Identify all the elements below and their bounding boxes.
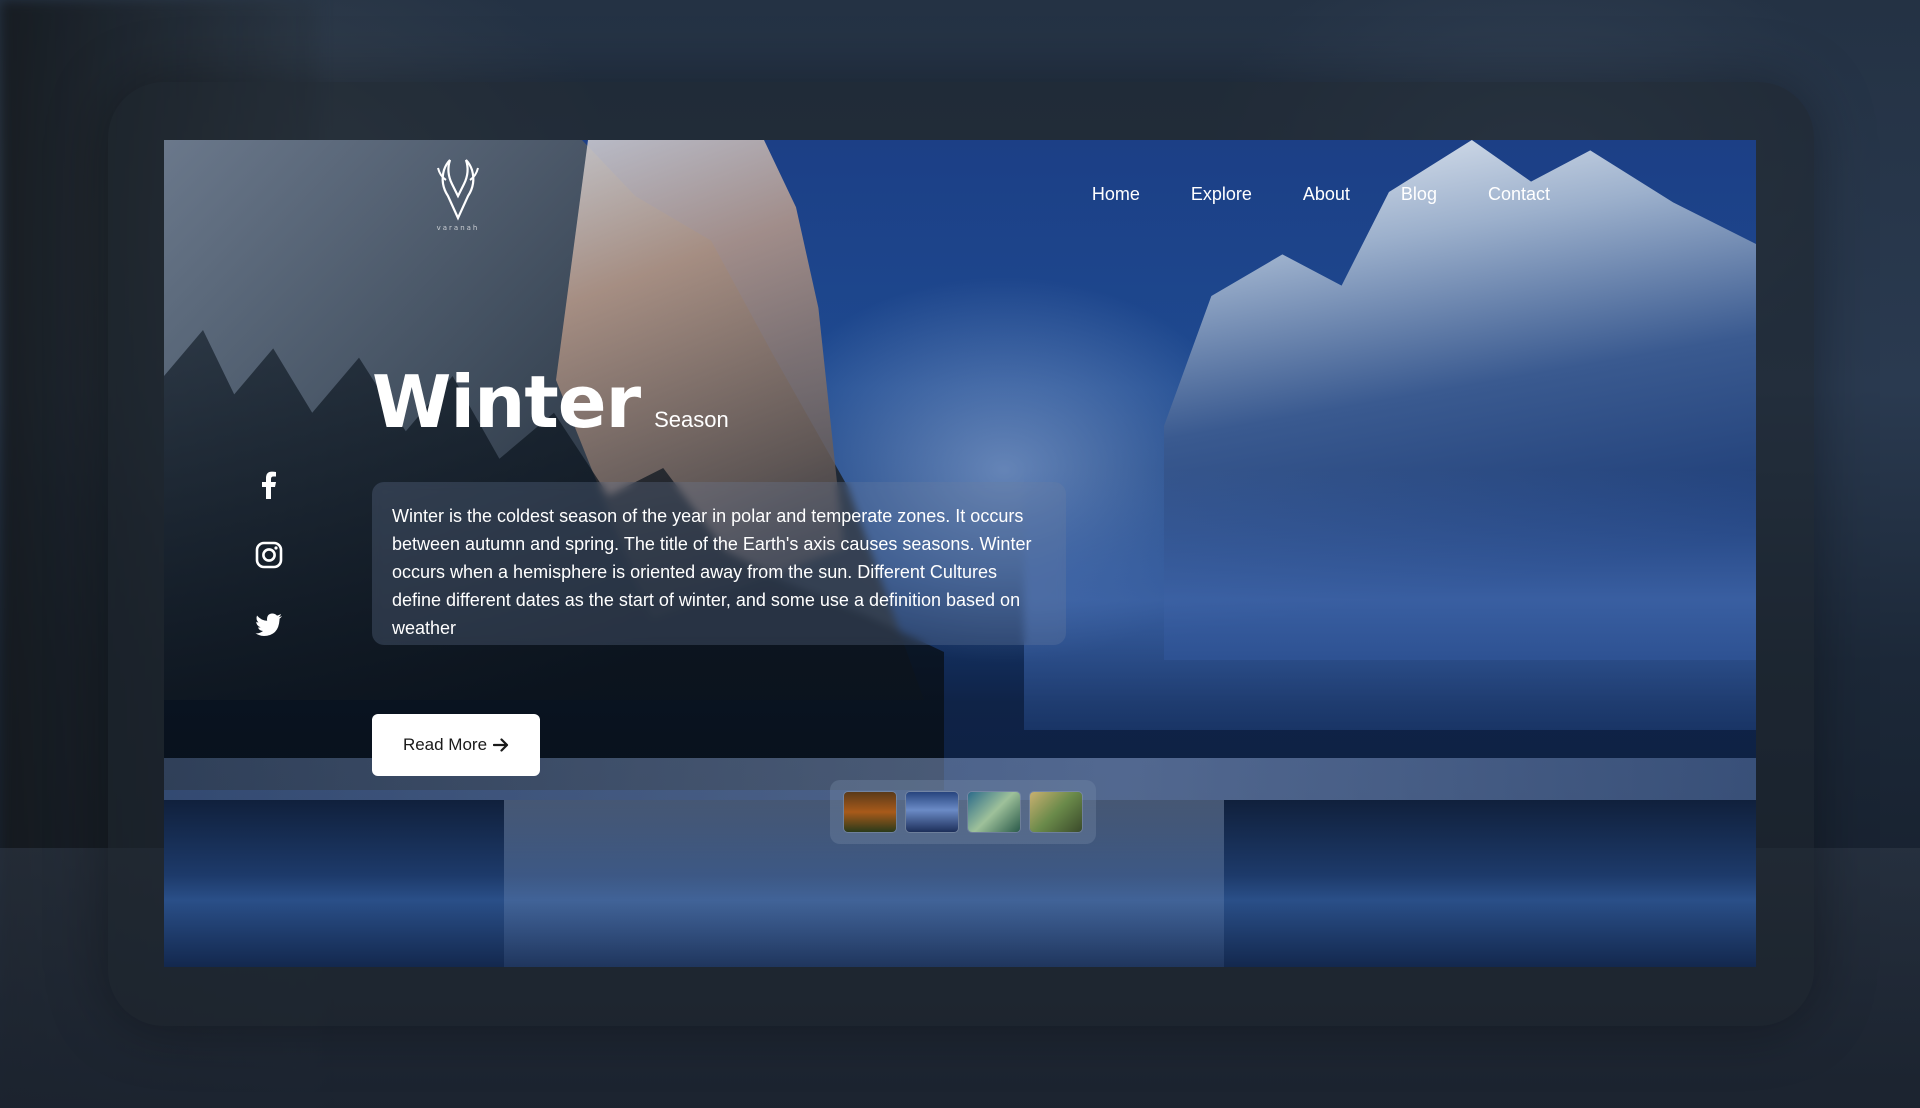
description-text: Winter is the coldest season of the year… <box>392 506 1032 638</box>
nav-home[interactable]: Home <box>1092 184 1140 205</box>
spring-thumbnail[interactable] <box>968 792 1020 832</box>
logo[interactable]: varanah <box>428 156 488 238</box>
read-more-button[interactable]: Read More <box>372 714 540 776</box>
description-panel: Winter is the coldest season of the year… <box>372 482 1066 645</box>
page-subtitle: Season <box>654 407 729 432</box>
season-thumbnails <box>830 780 1096 844</box>
summer-thumbnail[interactable] <box>1030 792 1082 832</box>
twitter-icon[interactable] <box>254 610 284 640</box>
winter-thumbnail[interactable] <box>906 792 958 832</box>
arrow-right-icon <box>493 738 509 752</box>
nav-explore[interactable]: Explore <box>1191 184 1252 205</box>
antler-logo-icon <box>437 159 479 221</box>
valley-mist <box>1024 470 1756 730</box>
autumn-thumbnail[interactable] <box>844 792 896 832</box>
nav-about[interactable]: About <box>1303 184 1350 205</box>
nav-blog[interactable]: Blog <box>1401 184 1437 205</box>
main-nav: Home Explore About Blog Contact <box>1092 184 1550 205</box>
instagram-icon[interactable] <box>254 540 284 570</box>
facebook-icon[interactable] <box>254 470 284 500</box>
social-links <box>254 470 284 640</box>
read-more-label: Read More <box>402 735 488 754</box>
nav-contact[interactable]: Contact <box>1488 184 1550 205</box>
hero-card: varanah Home Explore About Blog Contact … <box>164 140 1756 967</box>
hero-heading: Winter Season <box>372 360 729 444</box>
logo-text: varanah <box>436 224 480 232</box>
page-title: Winter <box>372 360 641 444</box>
